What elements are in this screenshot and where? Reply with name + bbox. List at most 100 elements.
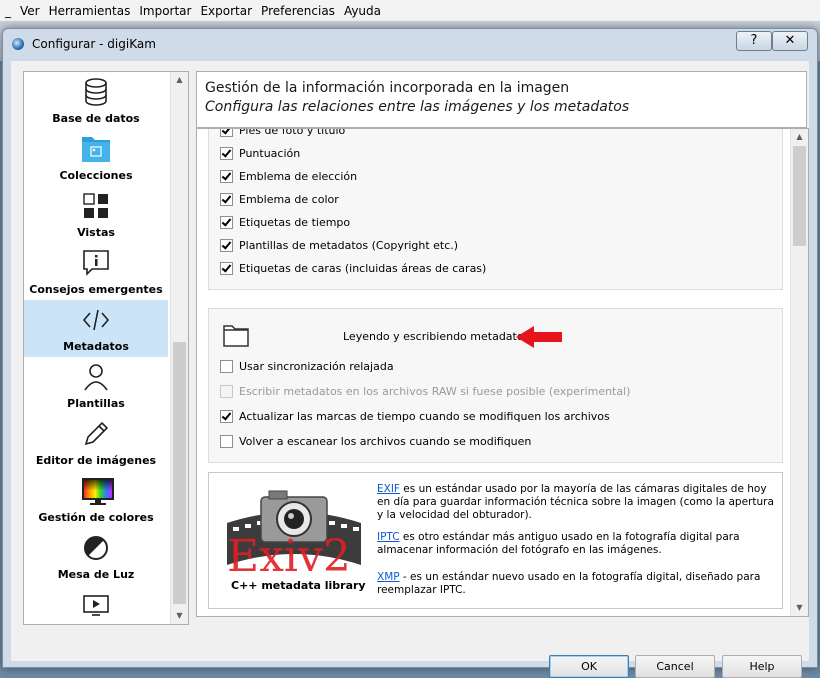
checkbox-label: Etiquetas de tiempo [239,215,351,229]
folder-image-icon [81,134,111,164]
checkbox-label: Etiquetas de caras (incluidas áreas de c… [239,261,487,275]
dialog-title: Configurar - digiKam [32,37,156,51]
metadata-standards-info: Exiv2 C++ metadata library EXIF es un es… [208,472,783,609]
checkbox[interactable] [220,384,233,398]
config-sidebar: Mesa de Luz Gestión de colores Editor de i… [23,71,189,625]
sidebar-item-base-de-datos[interactable]: Base de datos [24,72,168,129]
content-scroll-up-icon[interactable]: ▲ [791,129,808,145]
standard-link[interactable]: XMP [377,571,400,583]
content-scroll-down-icon[interactable]: ▼ [791,600,808,616]
pencil-icon [81,419,111,449]
red-arrow-icon [516,326,562,348]
checkbox[interactable] [220,261,233,275]
sidebar-item-mesa-de-luz[interactable]: Mesa de Luz [24,528,168,585]
content-scrollbar[interactable]: ▲ ▼ [790,129,808,616]
sidebar-item-label: Colecciones [59,169,133,182]
sidebar-item-vistas[interactable]: Vistas [24,186,168,243]
menu-item[interactable]: Importar [139,4,191,18]
content-scroll-thumb[interactable] [793,146,806,246]
sidebar-item-metadatos[interactable]: Metadatos [24,300,168,357]
menubar: _ Ver Herramientas Importar Exportar Preferen… [0,0,820,22]
checkbox-label: Emblema de elección [239,169,358,183]
exiv2-logo-text: Exiv2 [227,531,351,582]
checkbox-label: Usar sincronización relajada [239,359,394,373]
user-icon [81,362,111,392]
page-header: Gestión de la información incorporada en… [196,71,807,128]
standard-description-text: es otro estándar más antiguo usado en la… [377,531,740,556]
checkbox-row[interactable]: Emblema de elección [220,167,357,185]
checkbox-label: Actualizar las marcas de tiempo cuando s… [239,409,610,423]
sidebar-item-colecciones[interactable]: Colecciones [24,129,168,186]
standard-description-text: es un estándar usado por la mayoría de l… [377,483,774,521]
checkbox[interactable] [220,359,233,373]
checkbox[interactable] [220,129,233,137]
menu-item[interactable]: Herramientas [49,4,131,18]
standard-link[interactable]: IPTC [377,531,400,543]
checkbox-label: Volver a escanear los archivos cuando se… [239,434,532,448]
ok-button[interactable]: OK [549,655,629,678]
metadata-settings-panel: Pies de foto y título Puntuación Emblema d… [196,128,809,617]
checkbox[interactable] [220,169,233,183]
dialog-client: Mesa de Luz Gestión de colores Editor de i… [11,61,809,678]
sidebar-item-plantillas[interactable]: Plantillas [24,357,168,414]
checkbox[interactable] [220,215,233,229]
checkbox-row[interactable]: Escribir metadatos en los archivos RAW s… [220,382,630,400]
help-title-button[interactable]: ? [736,31,772,51]
slideshow-icon [81,590,111,620]
checkbox-label: Puntuación [239,146,301,160]
rw-group-title: Leyendo y escribiendo metadatos [343,330,530,343]
dialog-titlebar: Configurar - digiKam ? ✕ [3,29,817,59]
checkbox-label: Plantillas de metadatos (Copyright etc.) [239,238,459,252]
lighttable-icon [81,533,111,563]
standard-description: EXIF es un estándar usado por la mayoría… [377,483,777,522]
checkbox-row[interactable]: Etiquetas de caras (incluidas áreas de c… [220,259,486,277]
checkbox-row[interactable]: Puntuación [220,144,300,162]
checkbox[interactable] [220,146,233,160]
sidebar-item-label: Metadatos [63,340,129,353]
checkbox-row[interactable]: Volver a escanear los archivos cuando se… [220,432,531,450]
checkbox-row[interactable]: Pies de foto y título [220,128,346,139]
sidebar-item-more[interactable] [24,585,168,624]
standard-link[interactable]: EXIF [377,483,400,495]
checkbox-row[interactable]: Actualizar las marcas de tiempo cuando s… [220,407,610,425]
sidebar-item-label: Vistas [77,226,115,239]
configure-dialog: Configurar - digiKam ? ✕ Mesa de Luz Gest… [2,28,818,678]
sidebar-item-consejos-emergentes[interactable]: Consejos emergentes [24,243,168,300]
checkbox-label: Escribir metadatos en los archivos RAW s… [239,384,631,398]
menu-item[interactable]: Exportar [200,4,252,18]
menu-item[interactable]: Ver [20,4,40,18]
cancel-button[interactable]: Cancel [635,655,715,678]
folder-icon [223,325,249,347]
checkbox-row[interactable]: Plantillas de metadatos (Copyright etc.) [220,236,458,254]
sidebar-item-label: Gestión de colores [38,511,154,524]
close-title-button[interactable]: ✕ [772,31,808,51]
checkbox[interactable] [220,238,233,252]
menu-item[interactable]: Preferencias [261,4,335,18]
sidebar-scrollbar[interactable]: ▲ ▼ [170,72,188,624]
page-subtitle: Configura las relaciones entre las imáge… [205,99,630,115]
sidebar-item-gesti-n-de-colores[interactable]: Gestión de colores [24,471,168,528]
help-button[interactable]: Help [722,655,802,678]
checkbox-label: Pies de foto y título [239,128,346,137]
tooltip-info-icon [81,248,111,278]
standard-description-text: - es un estándar nuevo usado en la fotog… [377,571,761,596]
menu-item[interactable]: Ayuda [344,4,381,18]
scroll-down-arrow-icon[interactable]: ▼ [171,608,188,624]
exiv2-logo: Exiv2 C++ metadata library [227,490,366,593]
checkbox-row[interactable]: Emblema de color [220,190,339,208]
sidebar-scroll-thumb[interactable] [173,342,186,604]
checkbox[interactable] [220,409,233,423]
checkbox[interactable] [220,434,233,448]
menu-item[interactable]: _ [5,4,11,18]
digikam-app-icon [12,38,24,50]
checkbox-row[interactable]: Etiquetas de tiempo [220,213,350,231]
database-icon [81,77,111,107]
sidebar-item-label: Plantillas [67,397,125,410]
sidebar-item-editor-de-im-genes[interactable]: Editor de imágenes [24,414,168,471]
checkbox[interactable] [220,192,233,206]
exiv2-logo-caption: C++ metadata library [231,579,366,592]
checkbox-row[interactable]: Usar sincronización relajada [220,357,394,375]
standard-description: XMP - es un estándar nuevo usado en la f… [377,571,777,597]
standard-description: IPTC es otro estándar más antiguo usado … [377,531,777,557]
scroll-up-arrow-icon[interactable]: ▲ [171,72,188,88]
